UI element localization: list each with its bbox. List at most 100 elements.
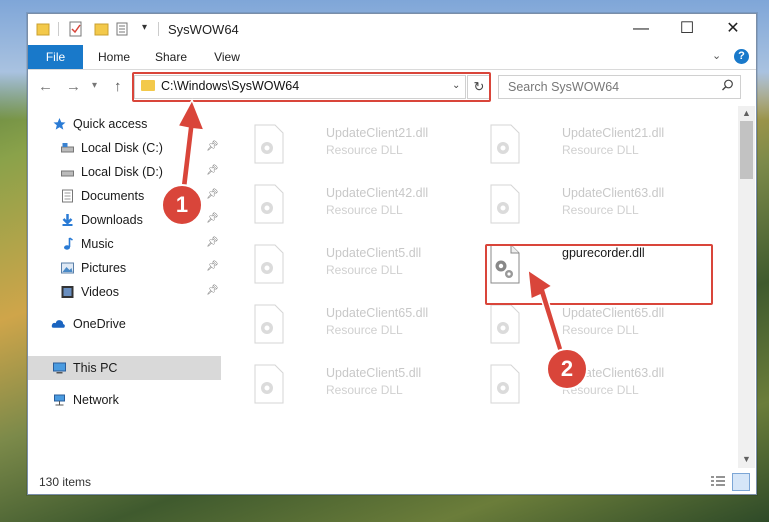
help-icon[interactable]: ? xyxy=(734,49,749,64)
tab-share[interactable]: Share xyxy=(146,45,196,69)
file-item[interactable]: UpdateClient5.dll Resource DLL xyxy=(252,360,482,412)
ribbon: File Home Share View ⌄ ? xyxy=(28,45,756,70)
file-type: Resource DLL xyxy=(326,203,403,217)
sidebar-item-network[interactable]: Network xyxy=(28,388,221,412)
file-type: Resource DLL xyxy=(326,143,403,157)
chevron-down-icon[interactable]: ▾ xyxy=(142,22,147,33)
up-arrow-icon[interactable]: ↑ xyxy=(114,78,122,95)
sidebar-item-quick-access[interactable]: Quick access xyxy=(28,112,221,136)
sidebar-item-local-disk-d[interactable]: Local Disk (D:) 📌︎ xyxy=(28,160,221,184)
dll-file-icon xyxy=(254,184,284,224)
recent-locations-icon[interactable]: ▾ xyxy=(92,80,97,91)
sidebar-item-label: Videos xyxy=(81,285,119,299)
file-highlight-box xyxy=(485,244,713,305)
details-view-icon[interactable] xyxy=(710,475,726,488)
file-item[interactable]: UpdateClient21.dll Resource DLL xyxy=(252,120,482,172)
customize-toolbar-icon[interactable] xyxy=(116,21,132,37)
pin-icon[interactable]: 📌︎ xyxy=(206,165,219,176)
dll-file-icon xyxy=(490,124,520,164)
tab-home[interactable]: Home xyxy=(86,45,142,69)
file-type: Resource DLL xyxy=(562,203,639,217)
file-explorer-window: ▾ SysWOW64 — ☐ ✕ File Home Share View ⌄ … xyxy=(27,13,757,495)
sidebar-item-label: OneDrive xyxy=(73,317,126,331)
music-icon xyxy=(64,237,73,250)
file-name: UpdateClient42.dll xyxy=(326,186,429,200)
file-name: UpdateClient21.dll xyxy=(562,126,665,140)
pin-icon[interactable]: 📌︎ xyxy=(206,189,219,200)
sidebar-item-label: Music xyxy=(81,237,114,251)
callout-badge-2: 2 xyxy=(546,348,588,390)
network-icon xyxy=(54,394,65,406)
file-item[interactable]: UpdateClient65.dll Resource DLL xyxy=(252,300,482,352)
pin-icon[interactable]: 📌︎ xyxy=(206,285,219,296)
minimize-button[interactable]: — xyxy=(618,14,664,44)
sidebar-item-pictures[interactable]: Pictures 📌︎ xyxy=(28,256,221,280)
pin-icon[interactable]: 📌︎ xyxy=(206,261,219,272)
file-name: UpdateClient5.dll xyxy=(326,366,422,380)
computer-icon xyxy=(53,362,66,374)
dll-file-icon xyxy=(254,364,284,404)
dll-file-icon xyxy=(490,304,520,344)
sidebar-item-onedrive[interactable]: OneDrive xyxy=(28,312,221,336)
file-name: UpdateClient65.dll xyxy=(326,306,429,320)
dll-file-icon xyxy=(254,124,284,164)
file-type: Resource DLL xyxy=(562,143,639,157)
address-row: ← → ▾ ↑ C:\Windows\SysWOW64 ⌄ ↻ Search S… xyxy=(28,70,756,104)
title-bar: ▾ SysWOW64 — ☐ ✕ xyxy=(28,14,756,45)
large-icons-view-icon[interactable] xyxy=(732,473,750,491)
downloads-icon xyxy=(62,214,73,226)
sidebar-item-label: Quick access xyxy=(73,117,148,131)
window-title: SysWOW64 xyxy=(168,22,239,37)
sidebar-item-label: Local Disk (D:) xyxy=(81,165,163,179)
sidebar-item-videos[interactable]: Videos 📌︎ xyxy=(28,280,221,304)
search-placeholder: Search SysWOW64 xyxy=(508,80,620,94)
sidebar-item-label: Downloads xyxy=(81,213,143,227)
star-icon xyxy=(53,118,66,130)
documents-icon xyxy=(62,189,73,203)
file-name: UpdateClient21.dll xyxy=(326,126,429,140)
item-count: 130 items xyxy=(39,475,92,489)
vertical-scrollbar[interactable]: ▲ ▼ xyxy=(738,106,755,468)
tab-view[interactable]: View xyxy=(204,45,250,69)
new-folder-icon[interactable] xyxy=(94,21,110,37)
drive-icon xyxy=(61,170,74,177)
file-item[interactable]: UpdateClient42.dll Resource DLL xyxy=(252,180,482,232)
file-item[interactable]: UpdateClient65.dll Resource DLL xyxy=(488,300,718,352)
maximize-button[interactable]: ☐ xyxy=(664,14,710,44)
scroll-thumb[interactable] xyxy=(740,121,753,179)
sidebar-item-music[interactable]: Music 📌︎ xyxy=(28,232,221,256)
properties-icon[interactable] xyxy=(68,21,84,37)
scroll-down-icon[interactable]: ▼ xyxy=(742,454,751,464)
pin-icon[interactable]: 📌︎ xyxy=(206,237,219,248)
search-icon[interactable] xyxy=(721,79,734,92)
sidebar-item-label: Local Disk (C:) xyxy=(81,141,163,155)
drive-icon xyxy=(61,143,74,153)
back-arrow-icon[interactable]: ← xyxy=(38,78,53,95)
dll-file-icon xyxy=(490,364,520,404)
file-name: UpdateClient5.dll xyxy=(326,246,422,260)
close-button[interactable]: ✕ xyxy=(710,14,756,44)
pin-icon[interactable]: 📌︎ xyxy=(206,141,219,152)
file-type: Resource DLL xyxy=(326,263,403,277)
file-item[interactable]: UpdateClient21.dll Resource DLL xyxy=(488,120,718,172)
file-name: UpdateClient65.dll xyxy=(562,306,665,320)
status-bar: 130 items xyxy=(28,469,756,494)
tab-file[interactable]: File xyxy=(28,45,83,69)
sidebar-item-this-pc[interactable]: This PC xyxy=(28,356,221,380)
expand-ribbon-icon[interactable]: ⌄ xyxy=(712,49,721,62)
sidebar-item-label: Pictures xyxy=(81,261,127,275)
pin-icon[interactable]: 📌︎ xyxy=(206,213,219,224)
file-item[interactable]: UpdateClient63.dll Resource DLL xyxy=(488,360,718,412)
address-highlight-box xyxy=(132,72,491,102)
file-item[interactable]: UpdateClient5.dll Resource DLL xyxy=(252,240,482,292)
dll-file-icon xyxy=(254,244,284,284)
title-separator xyxy=(58,22,59,36)
file-item[interactable]: UpdateClient63.dll Resource DLL xyxy=(488,180,718,232)
callout-badge-1: 1 xyxy=(161,184,203,226)
dll-file-icon xyxy=(490,184,520,224)
scroll-up-icon[interactable]: ▲ xyxy=(742,108,751,118)
forward-arrow-icon[interactable]: → xyxy=(66,78,81,95)
search-input[interactable]: Search SysWOW64 xyxy=(498,75,741,99)
title-separator xyxy=(158,22,159,36)
sidebar-item-local-disk-c[interactable]: Local Disk (C:) 📌︎ xyxy=(28,136,221,160)
